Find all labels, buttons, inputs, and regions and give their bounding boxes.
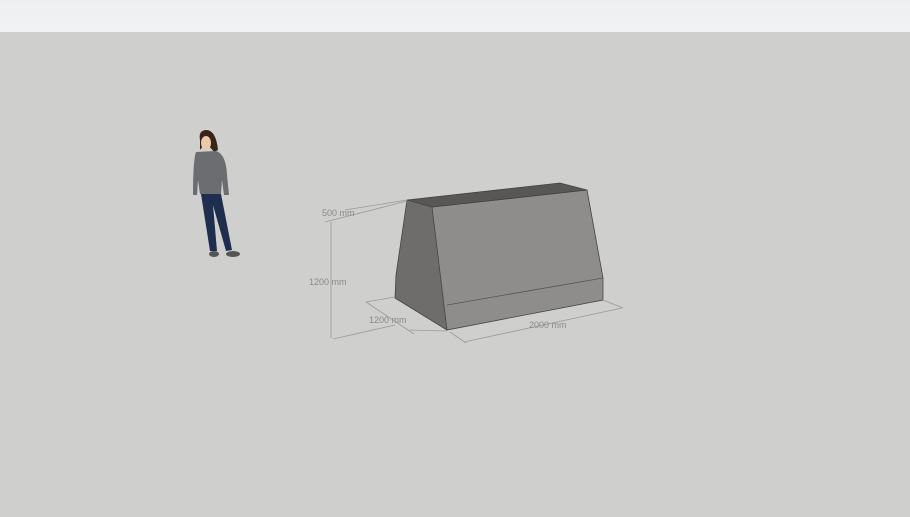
dimension-length: 2000 mm xyxy=(529,320,567,330)
person-figure xyxy=(193,130,240,257)
3d-viewport[interactable]: 500 mm 1200 mm 1200 mm 2000 mm xyxy=(0,32,910,512)
dimension-top-depth: 500 mm xyxy=(322,208,355,218)
dimension-height: 1200 mm xyxy=(309,277,347,287)
box-model[interactable] xyxy=(394,182,604,331)
front-face xyxy=(431,189,604,331)
top-toolbar xyxy=(0,0,910,32)
dimension-base-depth: 1200 mm xyxy=(369,315,407,325)
model-canvas[interactable]: 500 mm 1200 mm 1200 mm 2000 mm xyxy=(0,32,910,512)
